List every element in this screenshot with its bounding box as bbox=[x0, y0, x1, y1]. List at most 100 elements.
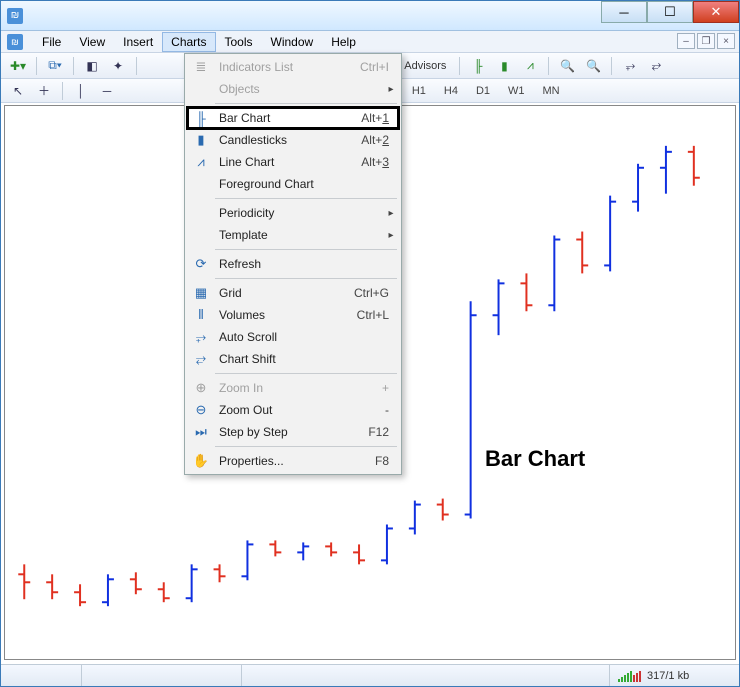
menu-view[interactable]: View bbox=[70, 32, 114, 52]
menubar: ₪ File View Insert Charts Tools Window H… bbox=[1, 31, 739, 53]
mdi-close-button[interactable]: × bbox=[717, 33, 735, 49]
menu-item-label: Refresh bbox=[213, 257, 349, 271]
menu-item-volumes[interactable]: ⫴VolumesCtrl+L bbox=[187, 304, 399, 326]
ohlc-bar bbox=[325, 542, 337, 556]
navigator-button[interactable]: ✦ bbox=[107, 56, 129, 76]
zoom-out-icon: ⊖ bbox=[189, 402, 213, 418]
menu-item-shortcut: - bbox=[349, 403, 399, 417]
menu-item-shortcut: + bbox=[349, 381, 399, 395]
status-seg-2 bbox=[81, 665, 241, 686]
menu-item-properties[interactable]: ✋Properties...F8 bbox=[187, 450, 399, 472]
menu-item-foreground-chart[interactable]: Foreground Chart bbox=[187, 173, 399, 195]
menu-item-shortcut: F12 bbox=[349, 425, 399, 439]
ohlc-bar bbox=[632, 164, 644, 212]
menu-item-step-by-step[interactable]: ⏭Step by StepF12 bbox=[187, 421, 399, 443]
menu-item-label: Foreground Chart bbox=[213, 177, 349, 191]
menu-item-shortcut: Alt+2 bbox=[349, 133, 399, 147]
menu-tools[interactable]: Tools bbox=[216, 32, 262, 52]
menu-item-shortcut: Ctrl+L bbox=[349, 308, 399, 322]
menu-item-auto-scroll[interactable]: ⥅Auto Scroll bbox=[187, 326, 399, 348]
menu-item-label: Candlesticks bbox=[213, 133, 349, 147]
submenu-arrow-icon: ▸ bbox=[383, 230, 399, 241]
menu-item-objects: Objects▸ bbox=[187, 78, 399, 100]
menu-item-periodicity[interactable]: Periodicity▸ bbox=[187, 202, 399, 224]
zoom-in-button[interactable]: 🔍 bbox=[556, 56, 578, 76]
menu-item-bar-chart[interactable]: ╟Bar ChartAlt+1 bbox=[187, 107, 399, 129]
status-seg-1 bbox=[1, 665, 81, 686]
menu-item-candlesticks[interactable]: ▮CandlesticksAlt+2 bbox=[187, 129, 399, 151]
maximize-button[interactable]: ☐ bbox=[647, 1, 693, 23]
titlebar: ₪ ─ ☐ ✕ bbox=[1, 1, 739, 31]
menu-separator bbox=[215, 103, 397, 104]
menu-item-zoom-out[interactable]: ⊖Zoom Out- bbox=[187, 399, 399, 421]
tf-h1[interactable]: H1 bbox=[405, 82, 433, 100]
menu-window[interactable]: Window bbox=[262, 32, 323, 52]
menu-item-line-chart[interactable]: ⩘Line ChartAlt+3 bbox=[187, 151, 399, 173]
menu-item-label: Line Chart bbox=[213, 155, 349, 169]
vertical-line-button[interactable]: │ bbox=[70, 81, 92, 101]
ohlc-bar bbox=[158, 582, 170, 602]
menu-item-refresh[interactable]: ⟳Refresh bbox=[187, 253, 399, 275]
tf-d1[interactable]: D1 bbox=[469, 82, 497, 100]
close-button[interactable]: ✕ bbox=[693, 1, 739, 23]
autoscroll-button[interactable]: ⥅ bbox=[619, 56, 641, 76]
menu-item-label: Grid bbox=[213, 286, 349, 300]
ohlc-bar bbox=[381, 524, 393, 564]
menu-charts[interactable]: Charts bbox=[162, 32, 215, 52]
list-icon: ≣ bbox=[189, 59, 213, 75]
ohlc-bar bbox=[409, 501, 421, 535]
zoom-in-icon: ⊕ bbox=[189, 380, 213, 396]
app-icon: ₪ bbox=[7, 8, 23, 24]
properties-icon: ✋ bbox=[189, 453, 213, 469]
menu-item-shortcut: F8 bbox=[349, 454, 399, 468]
menu-item-template[interactable]: Template▸ bbox=[187, 224, 399, 246]
mdi-minimize-button[interactable]: – bbox=[677, 33, 695, 49]
zoom-out-button[interactable]: 🔍 bbox=[582, 56, 604, 76]
new-chart-button[interactable]: ✚▾ bbox=[7, 56, 29, 76]
step-icon: ⏭ bbox=[189, 424, 213, 440]
market-watch-button[interactable]: ◧ bbox=[81, 56, 103, 76]
menu-separator bbox=[215, 446, 397, 447]
tf-h4[interactable]: H4 bbox=[437, 82, 465, 100]
chartshift-button[interactable]: ⥂ bbox=[645, 56, 667, 76]
mdi-icon: ₪ bbox=[7, 34, 23, 50]
connection-text: 317/1 kb bbox=[647, 670, 689, 682]
minimize-button[interactable]: ─ bbox=[601, 1, 647, 23]
menu-item-label: Properties... bbox=[213, 454, 349, 468]
submenu-arrow-icon: ▸ bbox=[383, 208, 399, 219]
menu-file[interactable]: File bbox=[33, 32, 70, 52]
ohlc-bar bbox=[437, 499, 449, 521]
statusbar: 317/1 kb bbox=[1, 664, 739, 686]
mdi-restore-button[interactable]: ❐ bbox=[697, 33, 715, 49]
horizontal-line-button[interactable]: ─ bbox=[96, 81, 118, 101]
menu-item-label: Objects bbox=[213, 82, 383, 96]
candlestick-button[interactable]: ▮ bbox=[493, 56, 515, 76]
app-window: ₪ ─ ☐ ✕ ₪ File View Insert Charts Tools … bbox=[0, 0, 740, 687]
menu-separator bbox=[215, 373, 397, 374]
menu-help[interactable]: Help bbox=[322, 32, 365, 52]
tf-mn[interactable]: MN bbox=[536, 82, 567, 100]
ohlc-bar bbox=[660, 146, 672, 194]
ohlc-bar bbox=[186, 564, 198, 602]
crosshair-button[interactable]: ＋ bbox=[33, 81, 55, 101]
ohlc-bar bbox=[102, 574, 114, 606]
menu-insert[interactable]: Insert bbox=[114, 32, 162, 52]
cursor-button[interactable]: ↖ bbox=[7, 81, 29, 101]
chartshift-icon: ⥂ bbox=[189, 351, 213, 367]
menu-item-shortcut: Ctrl+G bbox=[349, 286, 399, 300]
ohlc-bar bbox=[493, 279, 505, 335]
bar-chart-button[interactable]: ╟ bbox=[467, 56, 489, 76]
menu-item-zoom-in: ⊕Zoom In+ bbox=[187, 377, 399, 399]
menu-item-chart-shift[interactable]: ⥂Chart Shift bbox=[187, 348, 399, 370]
ohlc-bar bbox=[576, 232, 588, 274]
tf-w1[interactable]: W1 bbox=[501, 82, 532, 100]
menu-item-label: Periodicity bbox=[213, 206, 383, 220]
menu-item-grid[interactable]: ▦GridCtrl+G bbox=[187, 282, 399, 304]
menu-item-label: Volumes bbox=[213, 308, 349, 322]
line-chart-button[interactable]: ⩘ bbox=[519, 56, 541, 76]
ohlc-bar bbox=[465, 301, 477, 518]
autoscroll-icon: ⥅ bbox=[189, 329, 213, 345]
line-chart-icon: ⩘ bbox=[189, 154, 213, 170]
profiles-button[interactable]: ⧉▾ bbox=[44, 56, 66, 76]
refresh-icon: ⟳ bbox=[189, 256, 213, 272]
